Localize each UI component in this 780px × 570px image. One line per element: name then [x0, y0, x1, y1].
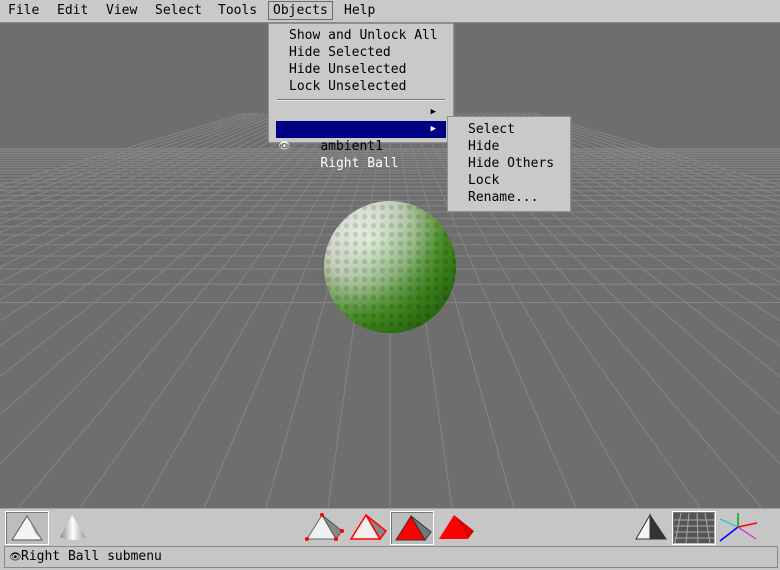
toggle-axes-button[interactable] — [716, 511, 758, 543]
eye-icon: 👁 — [9, 552, 22, 563]
pyramid-vertices-icon — [305, 513, 344, 541]
two-tone-pyramid-icon — [635, 513, 667, 540]
menu-help[interactable]: Help — [340, 2, 379, 19]
red-body-icon — [439, 515, 474, 539]
smooth-cone-icon — [60, 515, 86, 540]
body-select-mode-button[interactable] — [434, 511, 476, 543]
status-text: Right Ball submenu — [21, 549, 162, 564]
grid-line — [0, 112, 277, 216]
grid-line — [0, 112, 283, 225]
grid-line — [0, 112, 331, 347]
grid-line — [141, 112, 367, 508]
pyramid-face-icon — [395, 515, 432, 541]
submenu-arrow-icon: ▶ — [430, 124, 436, 134]
submenu-lock-item[interactable]: Lock — [468, 172, 499, 189]
menu-bar: File Edit View Select Tools Objects Help — [0, 0, 780, 23]
ground-grid-icon — [674, 512, 714, 544]
menu-separator — [277, 99, 445, 101]
submenu-hide-others-item[interactable]: Hide Others — [468, 155, 554, 172]
object-label: Right Ball — [320, 156, 399, 171]
face-select-mode-button[interactable] — [390, 511, 434, 545]
white-pyramid-icon — [11, 515, 43, 541]
hide-unselected-item[interactable]: Hide Unselected — [289, 61, 406, 78]
pyramid-edges-icon — [349, 513, 388, 541]
hide-selected-item[interactable]: Hide Selected — [289, 44, 391, 61]
submenu-rename-item[interactable]: Rename... — [468, 189, 538, 206]
flat-shade-mode-button[interactable] — [5, 511, 49, 545]
menu-edit[interactable]: Edit — [53, 2, 92, 19]
menu-tools[interactable]: Tools — [214, 2, 261, 19]
smooth-shade-mode-button[interactable] — [52, 511, 94, 543]
grid-line — [0, 112, 247, 186]
right-ball-submenu: Select Hide Hide Others Lock Rename... — [447, 116, 571, 212]
menu-view[interactable]: View — [102, 2, 141, 19]
bottom-toolbar — [0, 508, 780, 546]
menu-select[interactable]: Select — [151, 2, 206, 19]
objects-menu: Show and Unlock All Hide Selected Hide U… — [268, 23, 454, 171]
menu-objects[interactable]: Objects — [268, 1, 333, 20]
grid-line — [0, 112, 313, 283]
edge-select-mode-button[interactable] — [346, 511, 388, 543]
lock-unselected-item[interactable]: Lock Unselected — [289, 78, 406, 95]
object-item-right-ball[interactable]: 👁 Right Ball ▶ — [276, 121, 446, 171]
vertex-select-mode-button[interactable] — [302, 511, 344, 543]
grid-line — [0, 112, 259, 197]
golf-ball[interactable] — [324, 201, 456, 333]
grid-line — [0, 112, 253, 191]
menu-file[interactable]: File — [4, 2, 43, 19]
show-and-unlock-all-item[interactable]: Show and Unlock All — [289, 27, 438, 44]
status-bar: 👁Right Ball submenu — [4, 546, 778, 568]
submenu-arrow-icon: ▶ — [430, 107, 436, 117]
axes-icon — [719, 513, 758, 542]
toggle-ground-grid-button[interactable] — [672, 511, 716, 545]
object-label: ambient1 — [320, 139, 383, 154]
submenu-hide-item[interactable]: Hide — [468, 138, 499, 155]
eye-icon[interactable]: 👁 — [278, 138, 291, 155]
toggle-shading-button[interactable] — [630, 511, 672, 543]
object-item-ambient1[interactable]: 👁 ambient1 ▶ — [276, 104, 446, 154]
submenu-select-item[interactable]: Select — [468, 121, 515, 138]
